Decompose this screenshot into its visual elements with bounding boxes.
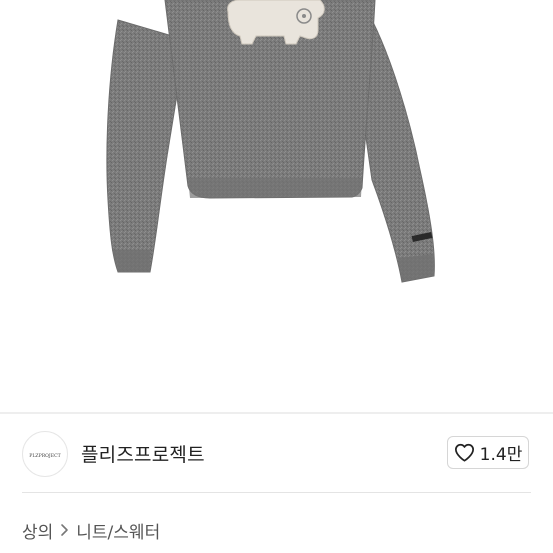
svg-text:PLZPROJECT: PLZPROJECT — [29, 453, 61, 459]
product-detail-page: PLZPROJECT 플리즈프로젝트 1.4만 상의 니트/스웨터 — [0, 0, 553, 553]
breadcrumb-item-top[interactable]: 상의 — [22, 518, 53, 543]
brand-logo-icon: PLZPROJECT — [29, 453, 61, 459]
breadcrumb-item-knit[interactable]: 니트/스웨터 — [76, 518, 160, 543]
brand-name[interactable]: 플리즈프로젝트 — [81, 440, 205, 467]
breadcrumb: 상의 니트/스웨터 — [22, 518, 160, 543]
brand-row: PLZPROJECT 플리즈프로젝트 1.4만 — [0, 414, 553, 496]
like-count: 1.4만 — [479, 445, 523, 465]
like-button[interactable]: 1.4만 — [447, 436, 529, 469]
chevron-right-icon — [60, 523, 69, 537]
product-image[interactable] — [0, 0, 553, 412]
heart-outline-icon — [454, 443, 475, 462]
section-divider — [22, 492, 531, 493]
brand-logo[interactable]: PLZPROJECT — [22, 431, 68, 477]
sweater-photo-icon — [106, 0, 435, 283]
